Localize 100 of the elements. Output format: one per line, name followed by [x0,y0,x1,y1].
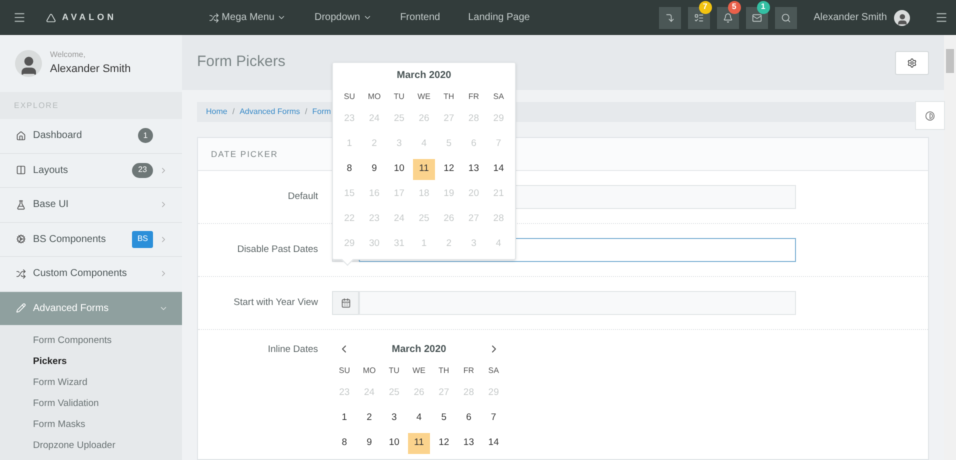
calendar-day[interactable]: 21 [487,184,510,205]
sidebar-item[interactable]: Dashboard 1 [0,119,182,154]
calendar-day[interactable]: 5 [432,408,456,429]
settings-button[interactable] [895,50,929,74]
nav-link[interactable]: Frontend [400,10,440,25]
field-label: Start with Year View [232,296,318,310]
calendar-day[interactable]: 2 [437,234,460,255]
calendar-day[interactable]: 25 [388,109,411,130]
sidebar-item[interactable]: BS Components BS [0,222,182,257]
page-title: Form Pickers [197,52,286,72]
calendar-day[interactable]: 19 [437,184,460,205]
weekday-label: SU [342,91,356,103]
toolbar-button[interactable]: 7 [688,0,712,28]
calendar-day[interactable]: 17 [388,184,411,205]
calendar-day[interactable]: 3 [462,234,486,255]
calendar-day[interactable]: 26 [412,109,436,130]
calendar-day[interactable]: 14 [482,433,505,454]
sidebar-item[interactable]: Advanced Forms [0,292,182,326]
breadcrumb-separator: / [305,106,308,118]
calendar-month-title[interactable]: March 2020 [392,342,446,356]
calendar-day[interactable]: 4 [408,408,430,429]
calendar-day[interactable]: 16 [362,184,386,205]
nav-link[interactable]: Mega Menu [208,10,286,25]
brand-name[interactable]: AVALON [62,10,117,24]
toolbar-button[interactable]: 1 [746,0,770,28]
caret-icon [363,13,372,22]
user-name: Alexander Smith [50,62,131,78]
calendar-day[interactable]: 12 [432,433,456,454]
field-label: Inline Dates [266,343,318,357]
calendar-day[interactable]: 29 [487,109,510,130]
calendar-day[interactable]: 25 [412,209,436,230]
calendar-day[interactable]: 7 [482,408,505,429]
exit-icon [664,12,675,22]
weekday-label: SU [338,365,351,377]
calendar-day[interactable]: 1 [333,408,356,429]
cog-icon [16,234,26,244]
calendar-day[interactable]: 24 [362,109,386,130]
nav-link[interactable]: Landing Page [468,10,530,25]
submenu-link[interactable]: Form Wizard [33,376,182,390]
calendar-day[interactable]: 26 [437,209,460,230]
calendar-day[interactable]: 6 [457,408,480,429]
calendar-day[interactable]: 24 [358,383,381,404]
submenu-link[interactable]: Form Masks [33,418,182,432]
pencil-icon [16,303,26,314]
user-name[interactable]: Alexander Smith [814,10,887,25]
calendar-day[interactable]: 11 [412,159,436,180]
calendar-day[interactable]: 23 [333,383,356,404]
sidebar-item[interactable]: Layouts 23 [0,154,182,188]
toolbar-button[interactable]: 5 [716,0,741,28]
calendar-icon [340,298,350,308]
nav-link[interactable]: Dropdown [314,10,372,25]
submenu-link[interactable]: Form Components [33,334,182,348]
welcome-text: Welcome, [50,49,86,62]
calendar-day[interactable]: 1 [412,234,436,255]
calendar-day[interactable]: 2 [358,408,381,429]
menu-icon[interactable] [935,11,948,24]
calendar-day[interactable]: 3 [382,408,406,429]
menu-icon[interactable] [13,11,26,24]
submenu-link[interactable]: Dropzone Uploader [33,439,182,453]
calendar-month-title[interactable]: March 2020 [396,68,452,82]
weekday-label: WE [416,91,432,103]
calendar-day[interactable]: 15 [338,184,361,205]
settings-icon [907,58,917,68]
calendar-day[interactable]: 27 [432,383,456,404]
theme-toggle-button[interactable] [915,101,945,130]
submenu-link[interactable]: Pickers [33,355,182,369]
calendar-day[interactable]: 26 [408,383,430,404]
calendar-day[interactable]: 27 [462,209,486,230]
breadcrumb-link[interactable]: Advanced Forms [240,106,300,118]
calendar-day[interactable]: 9 [358,433,381,454]
calendar-day[interactable]: 4 [487,234,510,255]
calendar-day[interactable]: 20 [462,184,486,205]
breadcrumb-link[interactable]: Home [206,106,228,118]
calendar-day[interactable]: 22 [338,209,361,230]
calendar-day[interactable]: 18 [412,184,436,205]
shuffle-icon [208,12,219,22]
calendar-day[interactable]: 28 [457,383,480,404]
calendar-day[interactable]: 29 [338,234,361,255]
submenu-link[interactable]: Form Validation [33,397,182,411]
calendar-day[interactable]: 30 [362,234,386,255]
flask-icon [16,200,26,210]
breadcrumb-link[interactable]: Form [312,106,331,118]
calendar-day[interactable]: 10 [382,433,406,454]
calendar-day[interactable]: 23 [338,109,361,130]
field-label: Default [286,190,318,204]
search-icon [780,12,791,22]
calendar-day[interactable]: 8 [333,433,356,454]
calendar-day[interactable]: 13 [457,433,480,454]
calendar-day[interactable]: 23 [362,209,386,230]
calendar-day[interactable]: 27 [437,109,460,130]
calendar-day[interactable]: 28 [462,109,486,130]
calendar-day[interactable]: 28 [487,209,510,230]
calendar-day[interactable]: 31 [388,234,411,255]
calendar-addon[interactable] [332,291,359,315]
calendar-day[interactable]: 29 [482,383,505,404]
calendar-day[interactable]: 25 [382,383,406,404]
weekday-label: FR [462,365,476,377]
notification-count: 5 [728,0,741,14]
calendar-day[interactable]: 24 [388,209,411,230]
calendar-day[interactable]: 11 [408,433,430,454]
